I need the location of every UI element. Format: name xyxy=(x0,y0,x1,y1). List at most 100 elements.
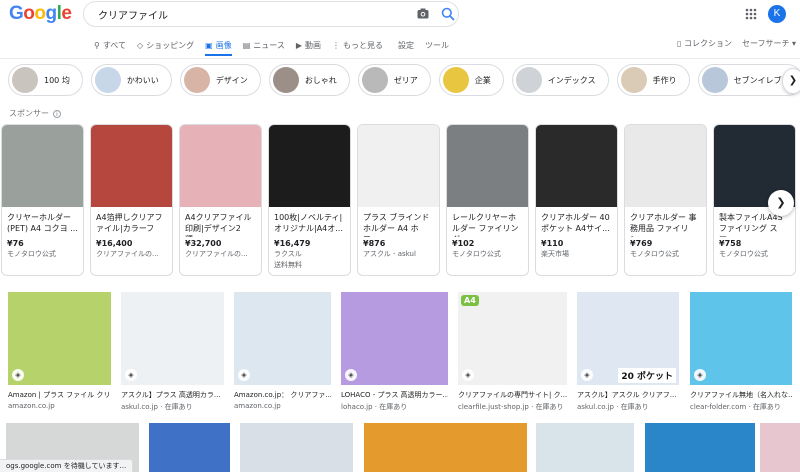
result-source: clear-folder.com · 在庫あり xyxy=(690,403,781,411)
right-tools: ▯ コレクション セーフサーチ ▾ xyxy=(677,38,796,49)
search-box[interactable]: クリアファイル xyxy=(83,1,459,27)
tab-1[interactable]: ◇ ショッピング xyxy=(137,36,194,54)
apps-grid-icon[interactable] xyxy=(745,8,757,20)
image-result[interactable]: ◈ クリアファイル無地（名入れな... clear-folder.com · 在庫あ… xyxy=(690,292,792,412)
chip-thumbnail xyxy=(361,67,388,93)
collections-link[interactable]: ▯ コレクション xyxy=(677,38,732,49)
chip[interactable]: インデックス xyxy=(511,64,609,96)
chip-label: おしゃれ xyxy=(304,75,337,85)
image-result[interactable] xyxy=(149,423,230,472)
tab-2[interactable]: ▣ 画像 xyxy=(205,36,232,56)
result-caption: クリアファイルの専門サイト| ク... xyxy=(458,391,567,399)
chip-thumbnail xyxy=(12,67,38,93)
chip-thumbnail xyxy=(701,67,728,93)
image-result[interactable]: ◈ Amazon | プラス ファイル クリ... amazon.co.jp xyxy=(8,292,111,410)
tab-5[interactable]: ⋮ もっと見る xyxy=(332,36,383,54)
product-store: モノタロウ公式 xyxy=(452,250,501,258)
product-card[interactable]: クリアホルダー 事務用品 ファイリン... ¥769 モノタロウ公式 xyxy=(624,124,707,276)
chip[interactable]: デザイン xyxy=(179,64,261,96)
chip[interactable]: ゼリア xyxy=(357,64,431,96)
image-result[interactable]: 20 ポケット ◈ アスクル】アスクル クリアフ... askul.co.jp · 在… xyxy=(577,292,679,412)
product-image xyxy=(536,125,617,207)
info-icon[interactable]: i xyxy=(53,109,61,118)
product-card[interactable]: A4クリアファイル印刷|デザイン2種... ¥32,700 クリアファイルの... xyxy=(179,124,262,276)
chip[interactable]: おしゃれ xyxy=(268,64,350,96)
cards-next-button[interactable]: ❯ xyxy=(768,190,794,216)
sponsored-label: スポンサー i xyxy=(9,108,61,119)
search-icon[interactable] xyxy=(441,7,455,21)
chip[interactable]: 100 均 xyxy=(8,64,83,96)
shopping-tag-icon: ◈ xyxy=(125,369,137,381)
chevron-right-icon: ❯ xyxy=(776,196,786,209)
chips-next-button[interactable]: ❯ xyxy=(782,68,800,94)
shopping-tag-icon: ◈ xyxy=(581,369,593,381)
header-divider xyxy=(0,58,800,59)
tab-label: ツール xyxy=(425,40,450,50)
safesearch-dropdown[interactable]: セーフサーチ ▾ xyxy=(742,38,796,49)
product-title: クリヤーホルダー (PET) A4 コクヨ ... xyxy=(7,213,78,233)
search-icon: ⚲ xyxy=(94,40,100,50)
logo-letter: G xyxy=(9,3,24,24)
product-store: モノタロウ公式 xyxy=(719,250,768,258)
result-caption: アスクル】プラス 高透明カラ... xyxy=(121,391,221,399)
image-result[interactable]: ◈ LOHACO - プラス 高透明カラー... lohaco.jp · 在庫あり xyxy=(341,292,448,412)
search-input[interactable]: クリアファイル xyxy=(98,7,168,22)
result-source: lohaco.jp · 在庫あり xyxy=(341,403,408,411)
product-store: アスクル - askul xyxy=(363,250,416,258)
product-title: A4クリアファイル印刷|デザイン2種... xyxy=(185,213,252,237)
chip-thumbnail xyxy=(272,67,299,93)
tab-3[interactable]: ▤ ニュース xyxy=(243,36,285,54)
tab-0[interactable]: ⚲ すべて xyxy=(94,36,126,54)
image-icon: ▣ xyxy=(205,40,213,50)
image-result[interactable]: ◈ Amazon.co.jp： クリアファ... amazon.co.jp xyxy=(234,292,331,410)
product-image xyxy=(447,125,528,207)
tab-7[interactable]: ツール xyxy=(425,36,449,54)
product-store: ラクスル xyxy=(274,250,302,258)
shopping-tag-icon: ◈ xyxy=(12,369,24,381)
image-result[interactable] xyxy=(645,423,755,472)
tab-label: ショッピング xyxy=(146,40,195,50)
search-tabs: ⚲ すべて ◇ ショッピング ▣ 画像 ▤ ニュース ▶ 動画 ⋮ もっと見る 設定 ツール xyxy=(94,36,460,58)
product-title: レールクリヤーホルダー ファイリング... xyxy=(452,213,519,237)
chip[interactable]: かわいい xyxy=(90,64,172,96)
result-source: amazon.co.jp xyxy=(234,402,281,410)
avatar[interactable]: K xyxy=(768,5,786,23)
result-image: ◈ xyxy=(341,292,448,385)
product-image xyxy=(2,125,83,207)
chip-label: デザイン xyxy=(215,75,248,85)
result-source: askul.co.jp · 在庫あり xyxy=(121,403,193,411)
sponsored-text: スポンサー xyxy=(9,109,49,118)
shopping-tag-icon: ◈ xyxy=(345,369,357,381)
tab-label: すべて xyxy=(102,40,126,50)
product-card[interactable]: プラス ブラインド ホルダー A4 ホワ... ¥876 アスクル - askul xyxy=(357,124,440,276)
related-chips: 100 均かわいい デザイン おしゃれ ゼリア 企業 インデックス 手作り セブンイレブン xyxy=(8,64,800,98)
logo-letter: o xyxy=(23,3,35,24)
product-card[interactable]: クリヤーホルダー (PET) A4 コクヨ ... ¥76 モノタロウ公式 xyxy=(1,124,84,276)
camera-icon[interactable] xyxy=(417,8,429,19)
image-result[interactable] xyxy=(240,423,353,472)
product-card[interactable]: 100枚|ノベルティ|オリジナル|A4オ... ¥16,479 ラクスル 送料無料 xyxy=(268,124,351,276)
product-card[interactable]: クリアホルダー 40 ポケット A4サイ... ¥110 楽天市場 xyxy=(535,124,618,276)
product-card[interactable]: レールクリヤーホルダー ファイリング... ¥102 モノタロウ公式 xyxy=(446,124,529,276)
result-image: ◈ xyxy=(690,292,792,385)
product-card[interactable]: A4箔押しクリアファイル|カラーファ... ¥16,400 クリアファイルの... xyxy=(90,124,173,276)
image-result[interactable]: A4 ◈ クリアファイルの専門サイト| ク... clearfile.just-sho… xyxy=(458,292,567,412)
result-image: ◈ xyxy=(121,292,224,385)
product-store: モノタロウ公式 xyxy=(7,250,56,258)
chip[interactable]: 企業 xyxy=(438,64,504,96)
image-result[interactable] xyxy=(536,423,634,472)
chip-label: インデックス xyxy=(547,75,596,85)
image-result[interactable]: ◈ アスクル】プラス 高透明カラ... askul.co.jp · 在庫あり xyxy=(121,292,224,412)
google-logo[interactable]: Google xyxy=(9,3,72,25)
product-store: 楽天市場 xyxy=(541,250,569,258)
chip-thumbnail xyxy=(94,67,121,93)
tab-6[interactable]: 設定 xyxy=(398,36,414,54)
chip[interactable]: 手作り xyxy=(616,64,690,96)
tab-4[interactable]: ▶ 動画 xyxy=(296,36,321,54)
image-result[interactable] xyxy=(364,423,527,472)
tab-label: 動画 xyxy=(305,40,322,50)
result-caption: LOHACO - プラス 高透明カラー... xyxy=(341,391,448,399)
image-result[interactable] xyxy=(760,423,800,472)
result-image: 20 ポケット ◈ xyxy=(577,292,679,385)
news-icon: ▤ xyxy=(242,40,251,50)
